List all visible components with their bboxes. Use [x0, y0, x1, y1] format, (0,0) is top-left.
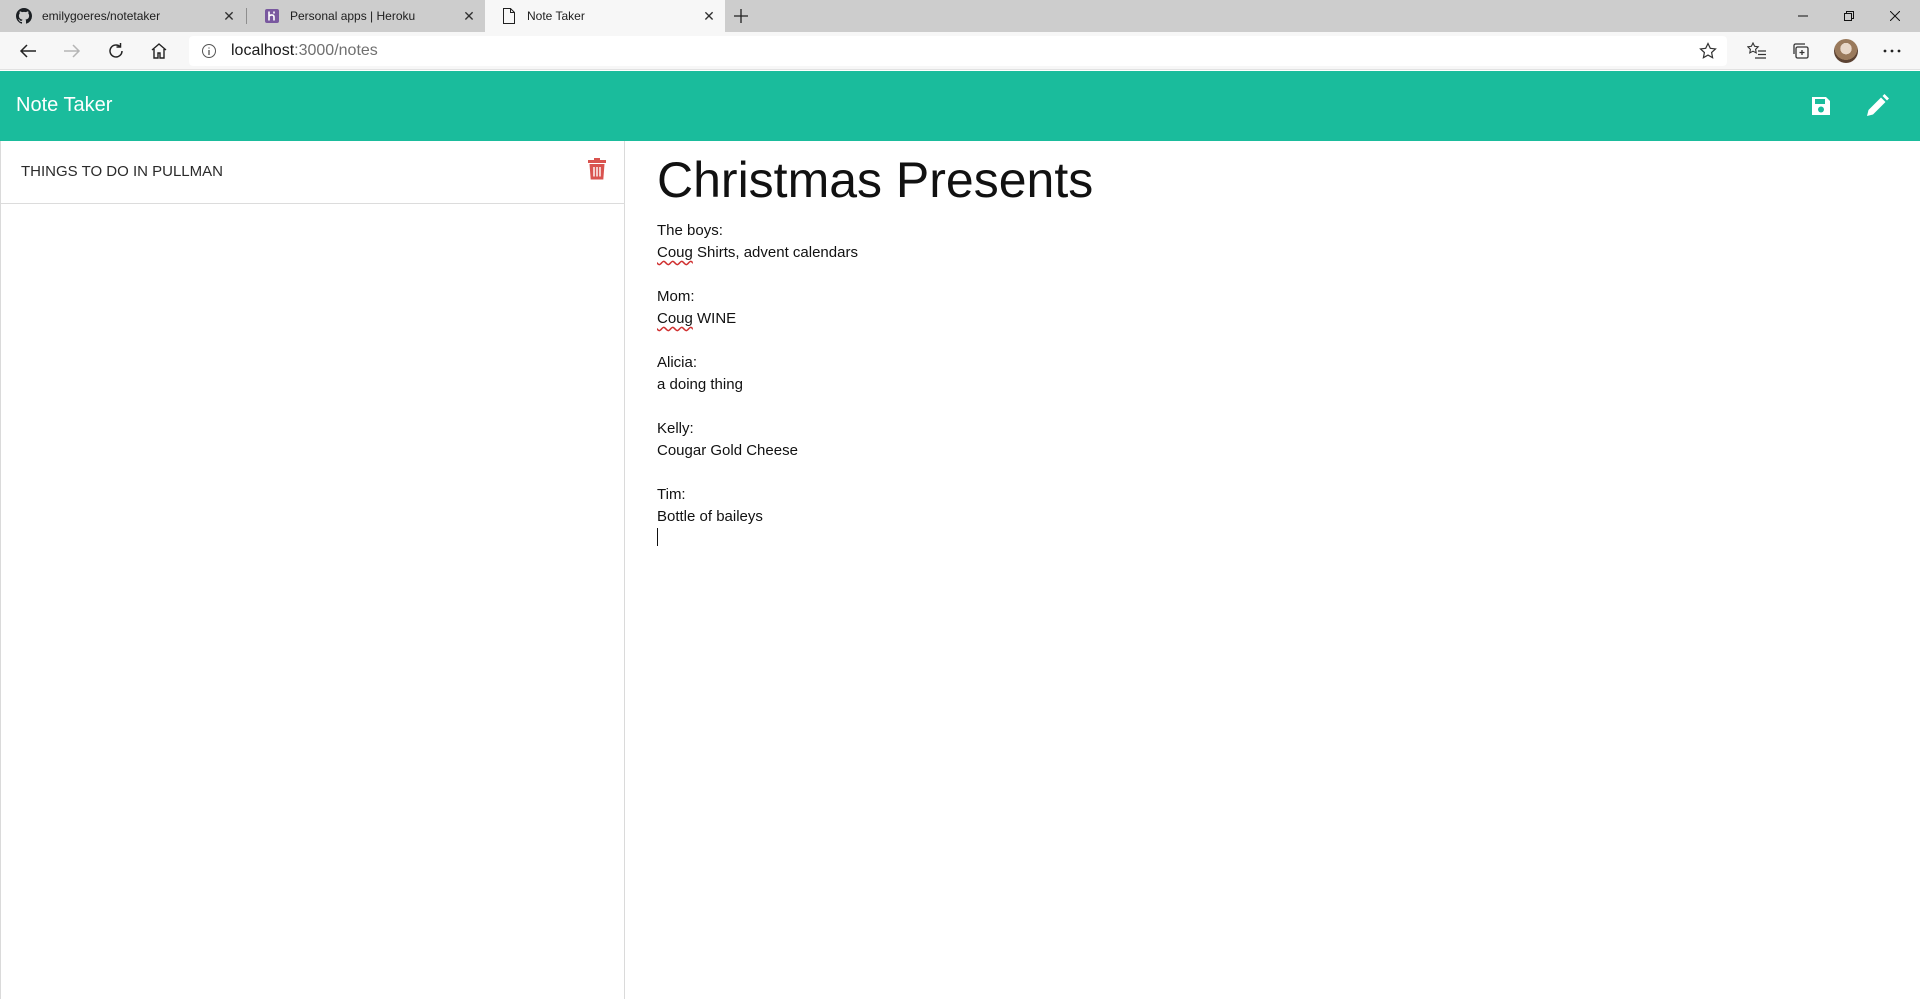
note-line: Coug Shirts, advent calendars — [657, 244, 858, 261]
note-line: The boys: — [657, 222, 723, 239]
close-tab-icon[interactable]: ✕ — [701, 8, 717, 24]
note-text-area[interactable]: The boys: Coug Shirts, advent calendars … — [657, 220, 1857, 550]
more-options-icon[interactable] — [1876, 35, 1908, 67]
new-tab-button[interactable] — [730, 4, 752, 28]
browser-toolbar: localhost:3000/notes — [0, 32, 1920, 70]
tab-title: emilygoeres/notetaker — [42, 9, 161, 23]
tab-title: Note Taker — [527, 9, 585, 23]
app-brand[interactable]: Note Taker — [16, 94, 112, 117]
url-host: localhost — [231, 42, 295, 59]
page-icon — [501, 8, 517, 24]
note-line: Bottle of baileys — [657, 508, 763, 525]
tab-note-taker[interactable]: Note Taker ✕ — [485, 0, 725, 32]
note-line — [657, 396, 1857, 418]
github-icon — [16, 8, 32, 24]
refresh-button[interactable] — [100, 35, 132, 67]
url-path: :3000/notes — [294, 42, 378, 59]
close-window-button[interactable] — [1872, 0, 1918, 32]
address-bar[interactable]: localhost:3000/notes — [189, 36, 1727, 66]
heroku-icon — [264, 8, 280, 24]
misspelled-word: Coug — [657, 310, 693, 327]
note-line — [657, 528, 1857, 550]
tab-github[interactable]: emilygoeres/notetaker ✕ — [0, 0, 245, 32]
save-icon[interactable] — [1806, 91, 1836, 121]
note-line: Coug WINE — [657, 310, 737, 327]
note-line: Mom: — [657, 288, 695, 305]
profile-avatar[interactable] — [1834, 39, 1858, 63]
minimize-button[interactable] — [1780, 0, 1826, 32]
note-line: Kelly: — [657, 420, 694, 437]
tab-heroku[interactable]: Personal apps | Heroku ✕ — [248, 0, 485, 32]
pencil-icon[interactable] — [1862, 91, 1892, 121]
tab-title: Personal apps | Heroku — [290, 9, 416, 23]
trash-icon[interactable] — [588, 158, 606, 180]
forward-button[interactable] — [56, 35, 88, 67]
restore-button[interactable] — [1826, 0, 1872, 32]
favorite-star-icon[interactable] — [1692, 35, 1724, 67]
note-title-input[interactable]: Christmas Presents — [657, 151, 1093, 209]
list-item[interactable]: THINGS TO DO IN PULLMAN — [1, 141, 625, 204]
back-button[interactable] — [12, 35, 44, 67]
note-line — [657, 264, 1857, 286]
tab-separator — [246, 8, 247, 24]
home-button[interactable] — [143, 35, 175, 67]
tab-strip: emilygoeres/notetaker ✕ Personal apps | … — [0, 0, 1920, 32]
note-line: Tim: — [657, 486, 686, 503]
text-cursor — [657, 528, 658, 546]
note-line — [657, 462, 1857, 484]
note-line: Cougar Gold Cheese — [657, 442, 798, 459]
note-line: Alicia: — [657, 354, 698, 371]
site-info-icon[interactable] — [201, 43, 217, 59]
note-line — [657, 330, 1857, 352]
note-title: THINGS TO DO IN PULLMAN — [21, 163, 223, 180]
note-line: a doing thing — [657, 376, 743, 393]
collections-icon[interactable] — [1785, 35, 1817, 67]
notes-list: THINGS TO DO IN PULLMAN — [0, 141, 625, 999]
misspelled-word: Coug — [657, 244, 693, 261]
app-navbar: Note Taker — [0, 71, 1920, 141]
close-tab-icon[interactable]: ✕ — [221, 8, 237, 24]
close-tab-icon[interactable]: ✕ — [461, 8, 477, 24]
note-editor[interactable]: Christmas Presents The boys: Coug Shirts… — [626, 141, 1920, 999]
favorites-icon[interactable] — [1741, 35, 1773, 67]
